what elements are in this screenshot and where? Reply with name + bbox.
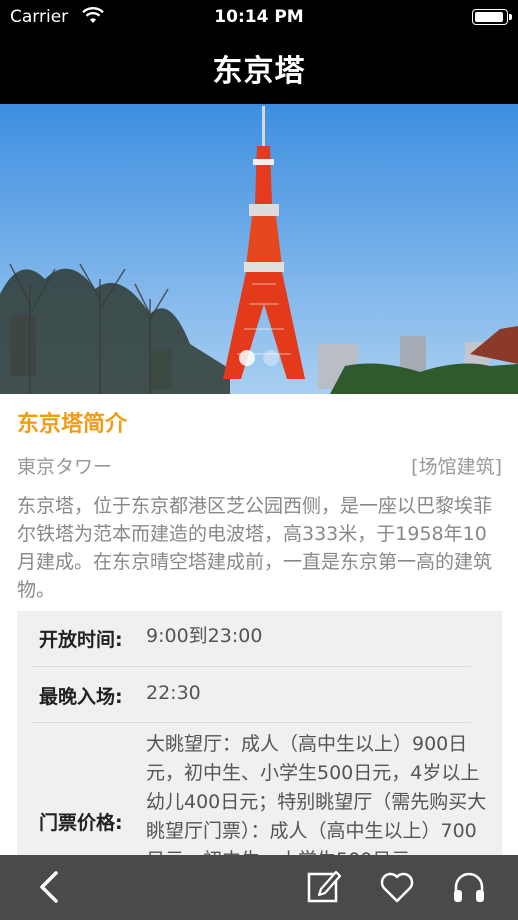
- subtitle-row: 東京タワー [场馆建筑]: [17, 452, 502, 482]
- carousel-pager[interactable]: [0, 350, 518, 370]
- info-table: 开放时间: 9:00到23:00 最晚入场: 22:30 门票价格: 大眺望厅：…: [17, 611, 502, 871]
- battery-icon: [472, 9, 512, 25]
- last-entry-value: 22:30: [146, 682, 201, 704]
- divider: [31, 666, 471, 667]
- ticket-label: 门票价格:: [39, 812, 123, 834]
- clock: 10:14 PM: [214, 7, 304, 27]
- ticket-value: 大眺望厅：成人（高中生以上）900日元，初中生、小学生500日元，4岁以上幼儿4…: [146, 733, 487, 871]
- pager-dot-active[interactable]: [239, 350, 255, 366]
- alt-name: 東京タワー: [17, 456, 113, 478]
- open-hours-label: 开放时间:: [39, 629, 123, 651]
- back-icon[interactable]: [32, 869, 68, 905]
- pager-dot[interactable]: [263, 350, 279, 366]
- navigation-header: Carrier 10:14 PM 东京塔: [0, 0, 518, 104]
- intro-section: 东京塔简介 東京タワー [场馆建筑] 东京塔，位于东京都港区芝公园西侧，是一座以…: [17, 394, 502, 604]
- category-tag: [场馆建筑]: [411, 456, 502, 478]
- open-hours-value: 9:00到23:00: [146, 625, 263, 647]
- section-title: 东京塔简介: [17, 412, 128, 437]
- page-title: 东京塔: [212, 54, 306, 89]
- description-text: 东京塔，位于东京都港区芝公园西侧，是一座以巴黎埃菲尔铁塔为范本而建造的电波塔，高…: [17, 495, 493, 601]
- bottom-toolbar: [0, 855, 518, 920]
- last-entry-label: 最晚入场:: [39, 686, 123, 708]
- headphones-icon[interactable]: [451, 869, 487, 905]
- edit-icon[interactable]: [306, 869, 342, 905]
- divider: [31, 722, 471, 723]
- status-bar: Carrier 10:14 PM: [0, 0, 518, 34]
- heart-icon[interactable]: [379, 869, 415, 905]
